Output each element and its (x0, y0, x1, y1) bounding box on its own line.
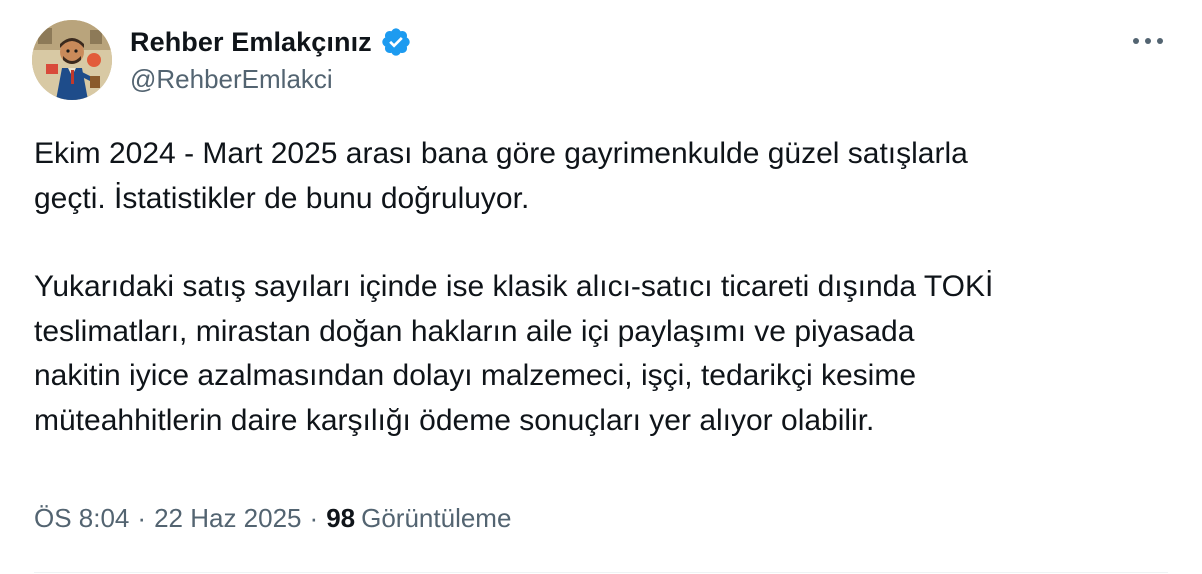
views-label[interactable]: Görüntüleme (361, 503, 511, 534)
avatar-illustration (32, 20, 112, 100)
tweet-line: teslimatları, mirastan doğan hakların ai… (34, 314, 915, 348)
tweet-line: nakitin iyice azalmasından dolayı malzem… (34, 359, 917, 392)
tweet-paragraph-2: Yukarıdaki satış sayıları içinde ise kla… (34, 265, 1174, 443)
divider (34, 572, 1168, 573)
author-row: Rehber Emlakçınız (130, 24, 412, 60)
tweet-line: geçti. İstatistikler de bunu doğruluyor. (34, 181, 530, 215)
tweet-text: Ekim 2024 - Mart 2025 arası bana göre ga… (34, 132, 1174, 443)
views-count[interactable]: 98 (326, 503, 355, 534)
tweet-line: Yukarıdaki satış sayıları içinde ise kla… (34, 270, 994, 303)
author-handle[interactable]: @RehberEmlakci (130, 64, 333, 95)
tweet-card: Rehber Emlakçınız @RehberEmlakci Ekim 20… (0, 0, 1202, 574)
tweet-meta: ÖS 8:04 · 22 Haz 2025 · 98 Görüntüleme (34, 503, 511, 534)
tweet-paragraph-1: Ekim 2024 - Mart 2025 arası bana göre ga… (34, 132, 1174, 221)
more-options-button[interactable] (1128, 26, 1168, 56)
avatar[interactable] (32, 20, 112, 100)
more-horizontal-icon (1133, 38, 1163, 44)
meta-separator: · (309, 503, 319, 533)
tweet-date[interactable]: 22 Haz 2025 (154, 503, 301, 534)
tweet-time[interactable]: ÖS 8:04 (34, 503, 129, 534)
tweet-line: Ekim 2024 - Mart 2025 arası bana göre ga… (34, 137, 968, 170)
author-display-name[interactable]: Rehber Emlakçınız (130, 27, 372, 58)
meta-separator: · (137, 503, 147, 533)
tweet-line: müteahhitlerin daire karşılığı ödeme son… (34, 403, 875, 437)
verified-badge-icon[interactable] (380, 26, 412, 58)
